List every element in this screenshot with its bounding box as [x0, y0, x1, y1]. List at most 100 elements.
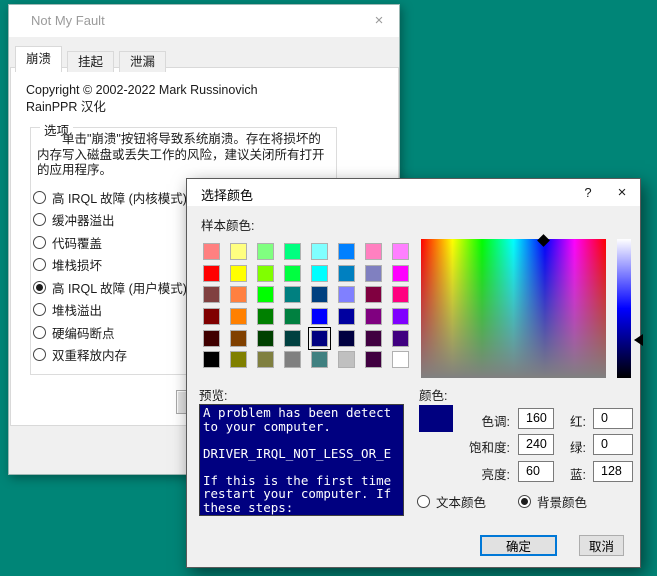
color-swatch-20[interactable]: [284, 286, 301, 303]
radio-selected-icon: [518, 495, 531, 508]
crash-option-radio-2[interactable]: 缓冲器溢出: [33, 209, 187, 232]
color-swatch-33[interactable]: [203, 330, 220, 347]
hue-saturation-field[interactable]: [421, 239, 606, 378]
color-swatch-32[interactable]: [392, 308, 409, 325]
radio-label: 堆栈溢出: [52, 300, 102, 319]
color-swatch-19[interactable]: [257, 286, 274, 303]
color-swatch-44[interactable]: [284, 351, 301, 368]
crash-option-radio-8[interactable]: 双重释放内存: [33, 344, 187, 367]
color-swatch-12[interactable]: [284, 265, 301, 282]
color-swatch-34[interactable]: [230, 330, 247, 347]
dialog-titlebar: 选择颜色 ? ×: [187, 179, 640, 206]
crash-option-radio-5[interactable]: 高 IRQL 故障 (用户模式): [33, 276, 187, 299]
crash-option-radio-7[interactable]: 硬编码断点: [33, 321, 187, 344]
dialog-title: 选择颜色: [201, 185, 253, 204]
blue-label: 蓝:: [536, 464, 586, 483]
color-swatch-48[interactable]: [392, 351, 409, 368]
tab-strip: 崩溃挂起泄漏: [15, 45, 171, 72]
color-swatch-10[interactable]: [230, 265, 247, 282]
color-swatch-7[interactable]: [365, 243, 382, 260]
color-swatch-41[interactable]: [203, 351, 220, 368]
ok-button[interactable]: 确定: [480, 535, 557, 556]
radio-label: 代码覆盖: [52, 233, 102, 252]
hue-label: 色调:: [418, 411, 510, 430]
text-color-radio[interactable]: 文本颜色: [417, 493, 486, 510]
background-color-radio[interactable]: 背景颜色: [518, 493, 587, 510]
color-swatch-47[interactable]: [365, 351, 382, 368]
main-close-icon[interactable]: ×: [359, 5, 399, 36]
color-swatch-6[interactable]: [338, 243, 355, 260]
color-swatch-23[interactable]: [365, 286, 382, 303]
radio-label: 硬编码断点: [52, 323, 115, 342]
color-swatch-40[interactable]: [392, 330, 409, 347]
basic-colors-grid: [203, 243, 409, 368]
color-swatch-18[interactable]: [230, 286, 247, 303]
main-titlebar: Not My Fault ×: [9, 5, 399, 37]
blue-input[interactable]: 128: [593, 461, 633, 482]
color-swatch-38[interactable]: [338, 330, 355, 347]
color-swatch-37[interactable]: [311, 330, 328, 347]
color-swatch-45[interactable]: [311, 351, 328, 368]
help-icon[interactable]: ?: [572, 179, 604, 206]
color-swatch-2[interactable]: [230, 243, 247, 260]
color-swatch-3[interactable]: [257, 243, 274, 260]
crash-options-radiogroup: 高 IRQL 故障 (内核模式) 缓冲器溢出代码覆盖堆栈损坏高 IRQL 故障 (…: [33, 186, 187, 366]
color-swatch-29[interactable]: [311, 308, 328, 325]
color-swatch-11[interactable]: [257, 265, 274, 282]
red-label: 红:: [536, 411, 586, 430]
tab-1[interactable]: 崩溃: [15, 46, 62, 72]
red-input[interactable]: 0: [593, 408, 633, 429]
main-window-title: Not My Fault: [31, 13, 105, 28]
color-swatch-30[interactable]: [338, 308, 355, 325]
color-swatch-31[interactable]: [365, 308, 382, 325]
radio-label: 堆栈损坏: [52, 255, 102, 274]
color-swatch-35[interactable]: [257, 330, 274, 347]
tab-3[interactable]: 泄漏: [119, 51, 166, 72]
radio-icon: [33, 326, 46, 339]
color-swatch-28[interactable]: [284, 308, 301, 325]
luminance-label: 亮度:: [418, 464, 510, 483]
crash-option-radio-1[interactable]: 高 IRQL 故障 (内核模式): [33, 186, 187, 209]
radio-label: 高 IRQL 故障 (用户模式): [52, 278, 187, 297]
green-label: 绿:: [536, 437, 586, 456]
preview-label: 预览:: [199, 385, 227, 404]
color-swatch-15[interactable]: [365, 265, 382, 282]
luminance-slider-arrow[interactable]: [634, 334, 643, 346]
luminance-bar[interactable]: [617, 239, 631, 378]
color-swatch-43[interactable]: [257, 351, 274, 368]
hue-row: 色调: 160 红: 0: [187, 408, 642, 429]
green-input[interactable]: 0: [593, 434, 633, 455]
color-swatch-36[interactable]: [284, 330, 301, 347]
color-swatch-1[interactable]: [203, 243, 220, 260]
color-swatch-27[interactable]: [257, 308, 274, 325]
color-swatch-26[interactable]: [230, 308, 247, 325]
color-swatch-25[interactable]: [203, 308, 220, 325]
radio-icon: [33, 348, 46, 361]
copyright-text: Copyright © 2002-2022 Mark Russinovich R…: [26, 82, 258, 116]
color-swatch-14[interactable]: [338, 265, 355, 282]
crash-option-radio-4[interactable]: 堆栈损坏: [33, 254, 187, 277]
color-swatch-24[interactable]: [392, 286, 409, 303]
color-swatch-5[interactable]: [311, 243, 328, 260]
radio-label: 高 IRQL 故障 (内核模式): [52, 188, 187, 207]
color-swatch-13[interactable]: [311, 265, 328, 282]
radio-label: 文本颜色: [436, 492, 486, 511]
radio-icon: [33, 213, 46, 226]
color-swatch-21[interactable]: [311, 286, 328, 303]
color-swatch-22[interactable]: [338, 286, 355, 303]
color-swatch-39[interactable]: [365, 330, 382, 347]
color-swatch-8[interactable]: [392, 243, 409, 260]
color-swatch-17[interactable]: [203, 286, 220, 303]
color-swatch-42[interactable]: [230, 351, 247, 368]
tab-2[interactable]: 挂起: [67, 51, 114, 72]
color-swatch-16[interactable]: [392, 265, 409, 282]
radio-icon: [33, 258, 46, 271]
color-swatch-9[interactable]: [203, 265, 220, 282]
crash-option-radio-6[interactable]: 堆栈溢出: [33, 299, 187, 322]
color-swatch-4[interactable]: [284, 243, 301, 260]
cancel-button[interactable]: 取消: [579, 535, 624, 556]
color-swatch-46[interactable]: [338, 351, 355, 368]
dialog-close-icon[interactable]: ×: [606, 179, 638, 206]
crash-option-radio-3[interactable]: 代码覆盖: [33, 231, 187, 254]
luminance-row: 亮度: 60 蓝: 128: [187, 461, 642, 482]
